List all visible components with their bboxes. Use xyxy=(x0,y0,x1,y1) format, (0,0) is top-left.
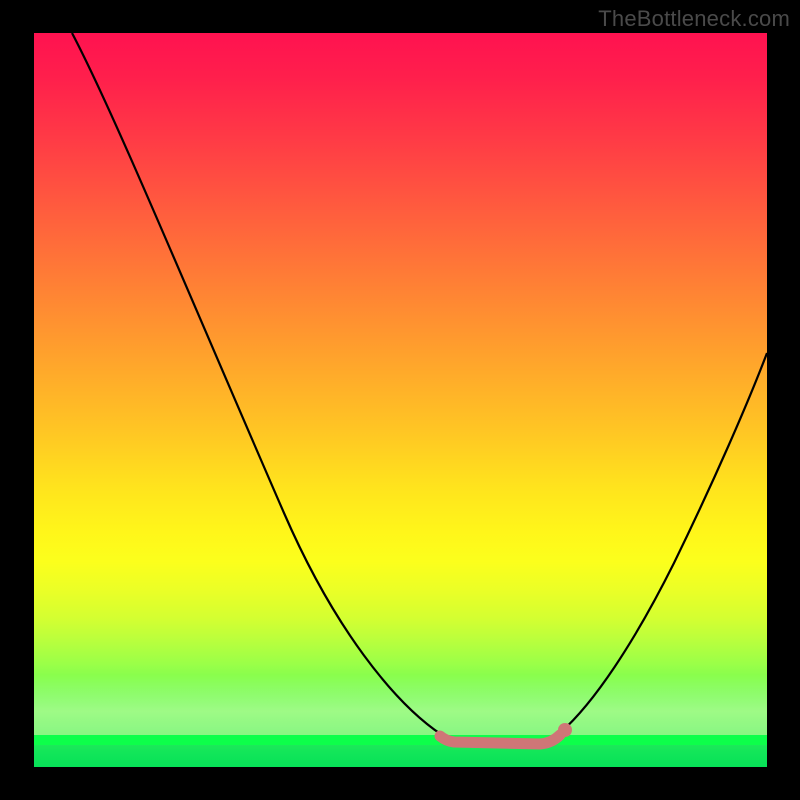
watermark-text: TheBottleneck.com xyxy=(598,6,790,32)
plot-area xyxy=(34,33,767,767)
curve-right xyxy=(560,353,767,733)
marker-dot xyxy=(558,723,572,737)
curve-flat-segment xyxy=(440,735,560,744)
chart-frame: TheBottleneck.com xyxy=(0,0,800,800)
curve-layer xyxy=(34,33,767,767)
curve-left xyxy=(72,33,442,735)
